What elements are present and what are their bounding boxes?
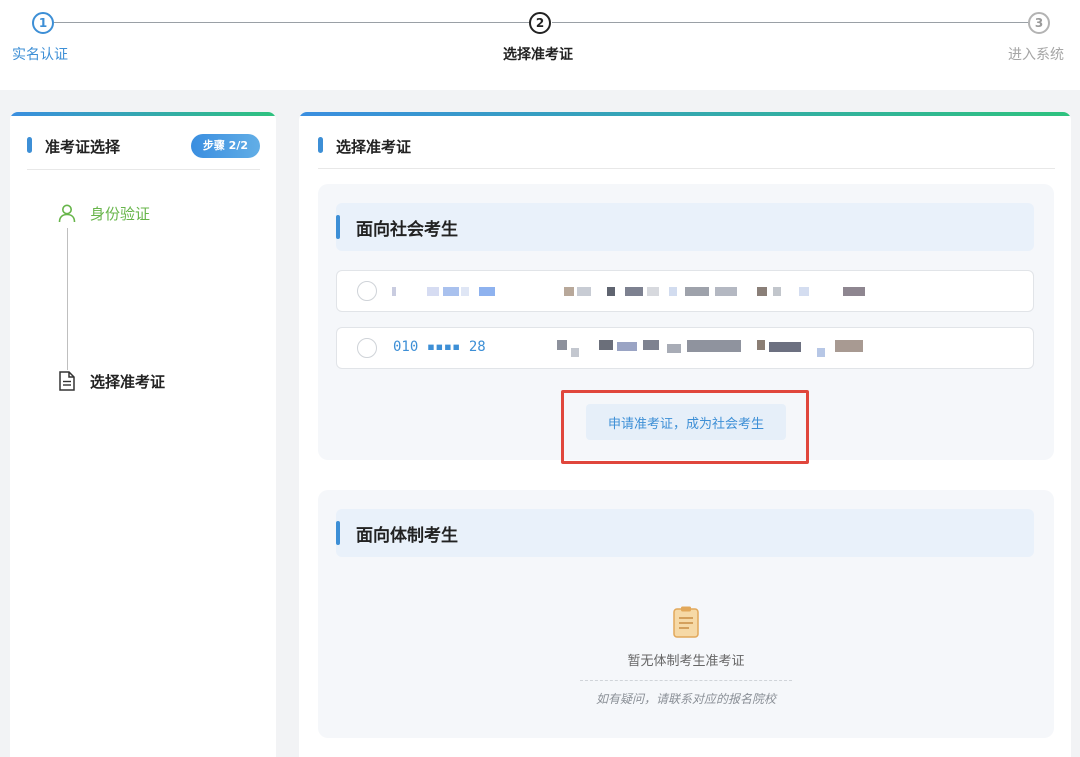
title-accent-bar bbox=[27, 137, 32, 153]
main-panel: 选择准考证 面向社会考生 010 ▪▪▪▪ 28 申请准考证，成为社会考生 面向… bbox=[299, 112, 1071, 757]
section-title: 面向体制考生 bbox=[356, 526, 458, 546]
section-title: 面向社会考生 bbox=[356, 220, 458, 240]
stepper-connector bbox=[54, 22, 530, 23]
empty-state-divider bbox=[580, 680, 792, 681]
section-header: 面向社会考生 bbox=[336, 203, 1034, 251]
panel-top-accent bbox=[299, 112, 1071, 116]
empty-state-text: 暂无体制考生准考证 bbox=[627, 654, 745, 669]
sidebar-panel: 准考证选择 步骤 2/2 身份验证 选择准考证 bbox=[10, 112, 276, 757]
main-header: 选择准考证 bbox=[318, 134, 1055, 169]
ticket-number: 010 ▪▪▪▪ 28 bbox=[393, 339, 486, 355]
section-accent-bar bbox=[336, 215, 340, 239]
sidebar-item-identity-verification[interactable]: 身份验证 bbox=[56, 202, 150, 224]
clipboard-icon bbox=[672, 605, 700, 643]
section-header: 面向体制考生 bbox=[336, 509, 1034, 557]
ticket-radio[interactable] bbox=[357, 338, 377, 358]
user-icon bbox=[56, 202, 78, 224]
step-1-label: 实名认证 bbox=[12, 47, 68, 63]
panel-top-accent bbox=[10, 112, 276, 116]
ticket-option[interactable] bbox=[336, 270, 1034, 312]
institutional-candidate-section: 面向体制考生 暂无体制考生准考证 如有疑问，请联系对应的报名院校 bbox=[318, 490, 1054, 738]
ticket-option[interactable]: 010 ▪▪▪▪ 28 bbox=[336, 327, 1034, 369]
sidebar-item-label: 选择准考证 bbox=[90, 372, 166, 391]
step-2-label: 选择准考证 bbox=[503, 47, 573, 63]
step-2-indicator: 2 bbox=[529, 12, 551, 34]
section-accent-bar bbox=[336, 521, 340, 545]
sidebar-title: 准考证选择 bbox=[45, 138, 121, 156]
progress-stepper: 1 2 3 实名认证 选择准考证 进入系统 bbox=[0, 0, 1080, 90]
stepper-connector bbox=[552, 22, 1028, 23]
sidebar-item-select-ticket[interactable]: 选择准考证 bbox=[56, 370, 165, 392]
title-accent-bar bbox=[318, 137, 323, 153]
page-title: 选择准考证 bbox=[336, 138, 412, 156]
empty-state-hint: 如有疑问，请联系对应的报名院校 bbox=[595, 692, 776, 706]
step-3-label: 进入系统 bbox=[1008, 47, 1064, 63]
social-candidate-section: 面向社会考生 010 ▪▪▪▪ 28 申请准考证，成为社会考生 bbox=[318, 184, 1054, 464]
timeline-connector bbox=[67, 228, 68, 376]
step-badge: 步骤 2/2 bbox=[190, 134, 260, 158]
document-icon bbox=[56, 370, 78, 392]
ticket-radio[interactable] bbox=[357, 281, 377, 301]
highlight-annotation bbox=[561, 390, 809, 464]
step-1-indicator: 1 bbox=[32, 12, 54, 34]
step-3-indicator: 3 bbox=[1028, 12, 1050, 34]
sidebar-item-label: 身份验证 bbox=[90, 204, 151, 223]
sidebar-header: 准考证选择 步骤 2/2 bbox=[27, 134, 260, 170]
